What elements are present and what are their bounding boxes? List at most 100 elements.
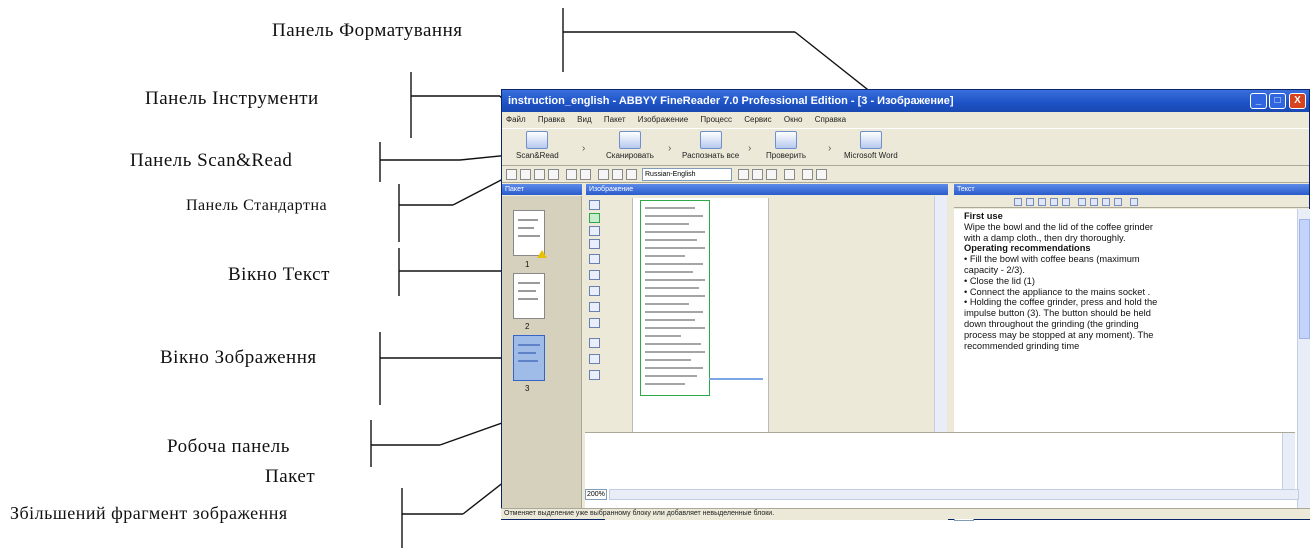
text-line — [645, 303, 689, 305]
help-icon[interactable] — [816, 169, 827, 180]
close-button[interactable]: X — [1289, 93, 1306, 109]
image-zoom-row: 38% — [605, 508, 948, 520]
delete-block-tool-icon[interactable] — [589, 286, 600, 296]
text-line — [518, 219, 538, 221]
text-zoom-row: 400% — [954, 510, 1309, 521]
batch-pane: 1 2 3 — [502, 196, 582, 511]
align-left-icon[interactable] — [1078, 198, 1086, 206]
read-icon[interactable] — [598, 169, 609, 180]
options-icon[interactable] — [802, 169, 813, 180]
recognized-text-block[interactable] — [640, 200, 710, 396]
text-line — [645, 223, 689, 225]
text-bullet: • Holding the coffee grinder, press and … — [964, 297, 1158, 351]
align-center-icon[interactable] — [1090, 198, 1098, 206]
menu-file[interactable]: Файл — [506, 115, 526, 124]
eraser-tool-icon[interactable] — [589, 354, 600, 364]
text-line — [645, 383, 685, 385]
image-view-icon[interactable] — [752, 169, 763, 180]
font-style-icon[interactable] — [1014, 198, 1022, 206]
align-right-icon[interactable] — [1102, 198, 1110, 206]
save-icon[interactable] — [548, 169, 559, 180]
select-tool-icon[interactable] — [589, 200, 600, 210]
text-line — [518, 227, 534, 229]
image-vertical-scrollbar[interactable] — [934, 196, 947, 508]
menu-tools[interactable]: Сервис — [744, 115, 771, 124]
batch-pane-header: Пакет — [502, 184, 582, 195]
image-zoom-field[interactable]: 38% — [605, 508, 627, 519]
menu-batch[interactable]: Пакет — [604, 115, 626, 124]
text-vertical-scrollbar[interactable] — [1297, 209, 1310, 510]
menu-help[interactable]: Справка — [815, 115, 846, 124]
order-tool-icon[interactable] — [589, 302, 600, 312]
page-number-3: 3 — [525, 384, 530, 393]
text-block-tool-icon[interactable] — [589, 213, 600, 223]
page-thumbnail-3-selected[interactable] — [513, 335, 545, 381]
new-icon[interactable] — [506, 169, 517, 180]
text-bullet: • Fill the bowl with coffee beans (maxim… — [964, 254, 1140, 275]
font-size-icon[interactable] — [1026, 198, 1034, 206]
check-label: Проверить — [766, 151, 807, 160]
scan-small-icon[interactable] — [534, 169, 545, 180]
menu-image[interactable]: Изображение — [638, 115, 688, 124]
text-line — [518, 235, 540, 237]
image-horizontal-scrollbar[interactable] — [629, 508, 944, 519]
arrow-separator-icon: › — [668, 143, 672, 154]
label-batch-panel-line2: Пакет — [265, 466, 316, 487]
copy-icon[interactable] — [612, 169, 623, 180]
cut-block-tool-icon[interactable] — [589, 270, 600, 280]
minimize-button[interactable]: _ — [1250, 93, 1267, 109]
underline-icon[interactable] — [1062, 198, 1070, 206]
word-button[interactable]: Microsoft Word — [844, 131, 898, 160]
label-zoomed-fragment: Збільшений фрагмент зображення — [10, 503, 288, 523]
text-line — [645, 215, 703, 217]
recognized-text[interactable]: First use Wipe the bowl and the lid of t… — [964, 211, 1164, 351]
table-block-tool-icon[interactable] — [589, 226, 600, 236]
text-pane[interactable]: First use Wipe the bowl and the lid of t… — [954, 209, 1297, 510]
title-bar[interactable]: instruction_english - ABBYY FineReader 7… — [502, 90, 1309, 112]
undo-icon[interactable] — [566, 169, 577, 180]
recognize-all-label: Распознать все — [682, 151, 740, 160]
justify-icon[interactable] — [1114, 198, 1122, 206]
document-image[interactable] — [632, 198, 769, 502]
arrow-separator-icon: › — [748, 143, 752, 154]
redo-icon[interactable] — [580, 169, 591, 180]
page-thumbnail-2[interactable] — [513, 273, 545, 319]
label-tools-panel: Панель Інструменти — [145, 88, 319, 109]
paragraph-icon[interactable] — [1130, 198, 1138, 206]
page-number-1: 1 — [525, 260, 530, 269]
recognize-all-button[interactable]: Распознать все — [682, 131, 739, 160]
italic-icon[interactable] — [1050, 198, 1058, 206]
rotate-tool-icon[interactable] — [589, 318, 600, 328]
label-scan-read-panel: Панель Scan&Read — [130, 150, 293, 171]
arrow-separator-icon: › — [582, 143, 586, 154]
text-layout-icon[interactable] — [988, 511, 996, 519]
zoom-view-icon[interactable] — [784, 169, 795, 180]
maximize-button[interactable]: □ — [1269, 93, 1286, 109]
scanner-icon — [526, 131, 549, 149]
check-button[interactable]: Проверить — [766, 131, 806, 160]
text-line — [645, 207, 695, 209]
picture-block-tool-icon[interactable] — [589, 239, 600, 249]
paste-icon[interactable] — [626, 169, 637, 180]
text-view-mode-icon[interactable] — [978, 511, 986, 519]
menu-edit[interactable]: Правка — [538, 115, 565, 124]
add-block-tool-icon[interactable] — [589, 254, 600, 264]
scan-read-toolbar: Scan&Read › Сканировать › Распознать все… — [502, 128, 1309, 166]
pencil-tool-icon[interactable] — [589, 338, 600, 348]
text-scroll-thumb[interactable] — [1299, 219, 1310, 339]
menu-process[interactable]: Процесс — [700, 115, 732, 124]
language-select[interactable]: Russian-English — [642, 168, 732, 181]
text-line — [645, 375, 697, 377]
text-view-icon[interactable] — [766, 169, 777, 180]
text-bullet: • Close the lid (1) — [964, 275, 1035, 286]
bold-icon[interactable] — [1038, 198, 1046, 206]
scan-read-button[interactable]: Scan&Read — [516, 131, 559, 160]
menu-window[interactable]: Окно — [784, 115, 803, 124]
page-view-icon[interactable] — [738, 169, 749, 180]
text-zoom-field[interactable]: 400% — [954, 510, 974, 521]
scan-button[interactable]: Сканировать — [606, 131, 654, 160]
menu-view[interactable]: Вид — [577, 115, 591, 124]
text-line — [645, 231, 705, 233]
zoom-tool-icon[interactable] — [589, 370, 600, 380]
open-icon[interactable] — [520, 169, 531, 180]
